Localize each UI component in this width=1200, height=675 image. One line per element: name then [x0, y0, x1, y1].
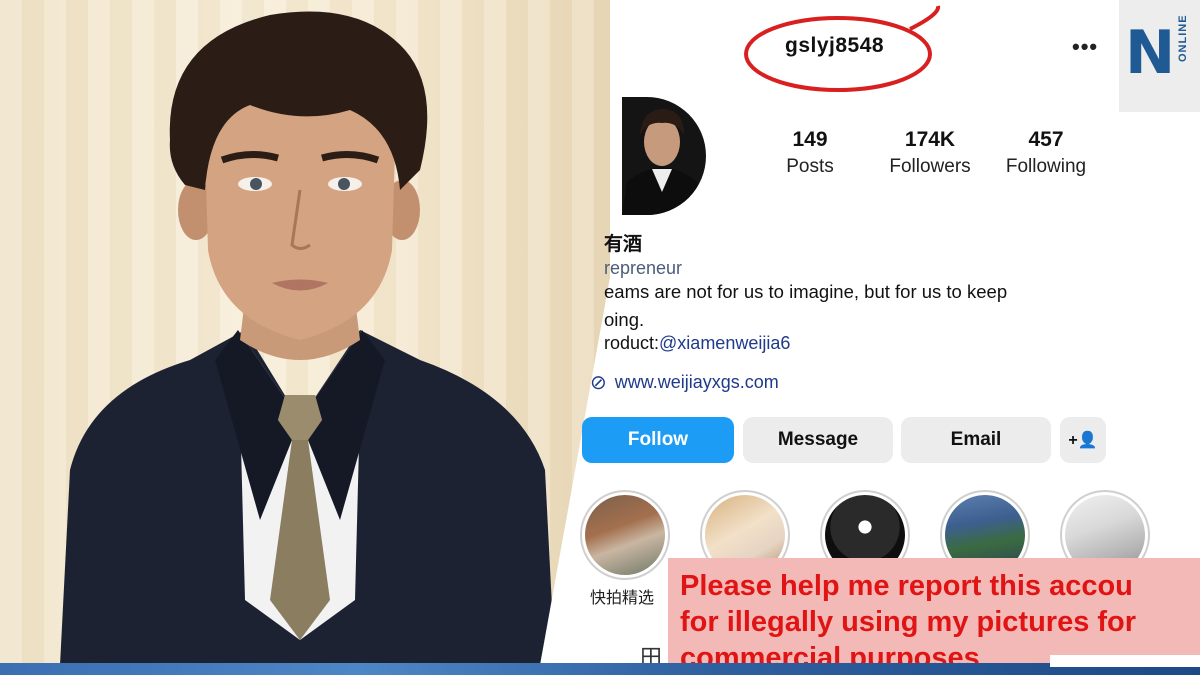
- bio-product-mention[interactable]: @xiamenweijia6: [659, 333, 790, 353]
- man-in-suit-illustration: [60, 11, 555, 665]
- news-logo: N ONLINE: [1119, 0, 1200, 112]
- bio-category: repreneur: [604, 258, 683, 278]
- bio-product-prefix: roduct:: [604, 333, 660, 353]
- followers-label: Followers: [889, 156, 971, 177]
- bio-link-row[interactable]: ⊘ www.weijiayxgs.com: [590, 370, 779, 395]
- bio-text-line-1: eams are not for us to imagine, but for …: [604, 281, 1008, 302]
- message-button[interactable]: Message: [743, 417, 893, 463]
- following-count: 457: [1028, 128, 1064, 151]
- bio-link[interactable]: www.weijiayxgs.com: [615, 372, 779, 393]
- stat-posts[interactable]: 149 Posts: [780, 128, 840, 178]
- bio-name: 有酒: [604, 234, 643, 255]
- caption-line-2: for illegally using my pictures for: [680, 606, 1137, 638]
- follow-button[interactable]: Follow: [582, 417, 734, 463]
- highlight-label: 快拍精选: [590, 590, 655, 607]
- avatar-image: [622, 97, 706, 215]
- bio-text-line-2: oing.: [604, 309, 645, 330]
- avatar[interactable]: [622, 97, 706, 215]
- more-options-icon[interactable]: •••: [1072, 34, 1098, 60]
- bottom-bar: [0, 663, 1200, 675]
- following-label: Following: [1005, 156, 1087, 177]
- highlight-thumbnail: [585, 495, 665, 575]
- stat-following[interactable]: 457 Following: [1000, 128, 1092, 178]
- stat-followers[interactable]: 174K Followers: [882, 128, 978, 178]
- bottom-white-patch: [1050, 655, 1200, 667]
- followers-count: 174K: [904, 128, 956, 151]
- link-icon: ⊘: [590, 372, 607, 394]
- add-user-icon[interactable]: +👤: [1060, 417, 1106, 463]
- bio-product: roduct:@xiamenweijia6: [604, 333, 790, 354]
- profile-photo-large: [0, 0, 610, 665]
- profile-username: gslyj8548: [785, 34, 885, 57]
- posts-label: Posts: [786, 156, 834, 177]
- posts-count: 149: [792, 128, 828, 151]
- caption-line-1: Please help me report this accou: [680, 570, 1133, 602]
- logo-letter: N: [1125, 18, 1176, 88]
- email-button[interactable]: Email: [901, 417, 1051, 463]
- story-highlight-1[interactable]: [580, 490, 670, 580]
- logo-text: ONLINE: [1177, 14, 1189, 62]
